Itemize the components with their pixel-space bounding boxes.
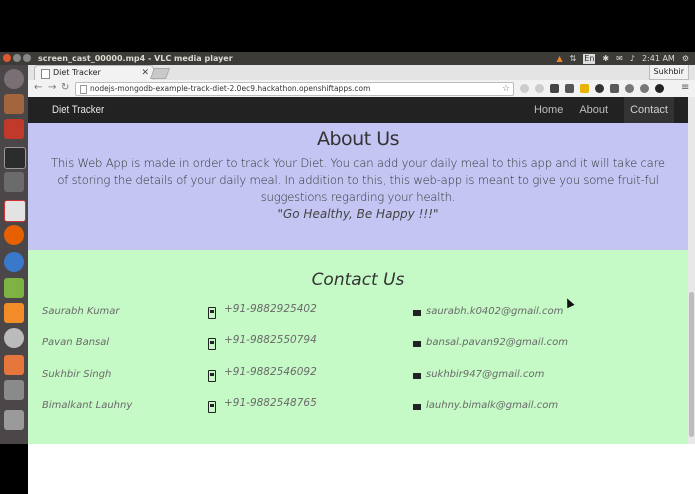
reload-icon[interactable]: ↻ [61,82,69,94]
mail-icon [413,373,421,379]
nav-contact-link[interactable]: Contact [624,97,674,123]
page-scrollbar[interactable] [688,97,695,444]
android-studio-icon[interactable] [4,278,24,298]
contact-name: Bimalkant Lauhny [42,400,133,411]
nav-home-link[interactable]: Home [534,97,563,123]
volume-icon[interactable]: ♪ [630,52,635,65]
sublime-text-icon[interactable] [4,172,24,192]
system-tray: ▲ ⇅ En ✱ ✉ ♪ 2:41 AM ⚙ [556,52,689,65]
disk-icon[interactable] [4,328,24,348]
software-center-icon[interactable] [4,355,24,375]
contact-phone: +91-9882548765 [224,397,317,409]
contact-name: Sukhbir Singh [42,369,112,380]
bluetooth-icon[interactable]: ✱ [602,52,609,65]
extension-icon-1[interactable] [520,84,529,93]
extension-icon-2[interactable] [535,84,544,93]
settings-gear-icon[interactable]: ⚙ [682,52,689,65]
close-window-button[interactable] [3,54,11,62]
workspace-switcher-icon[interactable] [4,380,24,400]
about-heading: About Us [316,128,400,150]
contact-email: saurabh.k0402@gmail.com [426,306,564,317]
mail-icon [413,310,421,316]
contact-section: Contact Us Saurabh Kumar +91-9882925402 … [28,250,688,444]
github-icon[interactable] [655,84,664,93]
contact-row: Pavan Bansal +91-9882550794 bansal.pavan… [28,334,688,355]
firefox-icon[interactable] [4,225,24,245]
extension-icon-6[interactable] [595,84,604,93]
browser-menu-icon[interactable]: ≡ [681,82,689,94]
trash-icon[interactable] [4,410,24,430]
scrollbar-thumb[interactable] [689,292,694,437]
mail-extension-icon[interactable] [565,84,574,93]
new-tab-button[interactable] [149,68,171,79]
files-icon[interactable] [4,94,24,114]
vlc-icon[interactable] [4,303,24,323]
site-nav-links: Home About Contact [534,97,674,123]
contact-email: lauhny.bimalk@gmail.com [426,400,559,411]
minimize-window-button[interactable] [13,54,21,62]
browser-chrome: Diet Tracker ✕ Sukhbir ← → ↻ nodejs-mong… [28,65,695,98]
presentation-icon[interactable] [4,119,24,139]
maximize-window-button[interactable] [23,54,31,62]
ubuntu-dash-icon[interactable] [4,69,24,89]
document-viewer-icon[interactable] [4,200,26,222]
page-info-icon[interactable] [80,85,87,94]
page-favicon-icon [41,69,50,79]
terminal-icon[interactable] [4,147,26,169]
contact-phone: +91-9882546092 [224,366,317,378]
keyboard-indicator[interactable]: En [583,53,596,64]
toolbar: ← → ↻ nodejs-mongodb-example-track-diet-… [28,80,695,98]
browser-tab[interactable]: Diet Tracker ✕ [34,65,154,80]
forward-arrow-icon[interactable]: → [48,82,56,94]
nav-about-link[interactable]: About [579,97,608,123]
site-brand[interactable]: Diet Tracker [52,97,104,123]
contact-row: Bimalkant Lauhny +91-9882548765 lauhny.b… [28,397,688,418]
phone-icon [208,338,216,350]
contact-row: Sukhbir Singh +91-9882546092 sukhbir947@… [28,366,688,387]
contact-email: sukhbir947@gmail.com [426,369,545,380]
unity-launcher [0,65,28,444]
network-icon[interactable]: ⇅ [570,52,577,65]
mail-icon [413,341,421,347]
bookmark-star-icon[interactable]: ☆ [502,83,510,95]
contact-row: Saurabh Kumar +91-9882925402 saurabh.k04… [28,303,688,324]
profile-button[interactable]: Sukhbir [648,65,689,80]
web-page: Diet Tracker Home About Contact About Us… [28,97,688,444]
contact-name: Saurabh Kumar [42,306,120,317]
tab-title: Diet Tracker [53,68,101,77]
chromium-icon[interactable] [4,252,24,272]
mail-icon [413,404,421,410]
phone-icon [208,401,216,413]
contact-phone: +91-9882925402 [224,303,317,315]
pocket-icon[interactable] [550,84,559,93]
notes-extension-icon[interactable] [580,84,589,93]
tab-close-icon[interactable]: ✕ [141,66,149,80]
contact-heading: Contact Us [311,270,405,290]
clock[interactable]: 2:41 AM [642,52,675,65]
system-top-bar: screen_cast_00000.mp4 - VLC media player… [0,52,695,65]
contact-phone: +91-9882550794 [224,334,317,346]
about-text: This Web App is made in order to track Y… [51,156,665,204]
url-text[interactable]: nodejs-mongodb-example-track-diet-2.0ec9… [90,83,370,95]
extension-icon-8[interactable] [625,84,634,93]
profile-name: Sukhbir [653,67,684,76]
contact-email: bansal.pavan92@gmail.com [426,337,569,348]
vlc-tray-icon[interactable]: ▲ [556,52,562,65]
extension-icon-9[interactable] [640,84,649,93]
window-title: screen_cast_00000.mp4 - VLC media player [38,54,233,63]
site-navbar: Diet Tracker Home About Contact [28,97,688,123]
phone-icon [208,307,216,319]
about-section: About Us This Web App is made in order t… [28,123,688,250]
mail-tray-icon[interactable]: ✉ [616,52,623,65]
about-quote: "Go Healthy, Be Happy !!!" [277,207,439,221]
address-bar[interactable]: nodejs-mongodb-example-track-diet-2.0ec9… [75,82,514,96]
contact-name: Pavan Bansal [42,337,110,348]
extension-icon-7[interactable] [610,84,619,93]
back-arrow-icon[interactable]: ← [34,82,42,94]
player-blank-area [28,444,695,494]
phone-icon [208,370,216,382]
